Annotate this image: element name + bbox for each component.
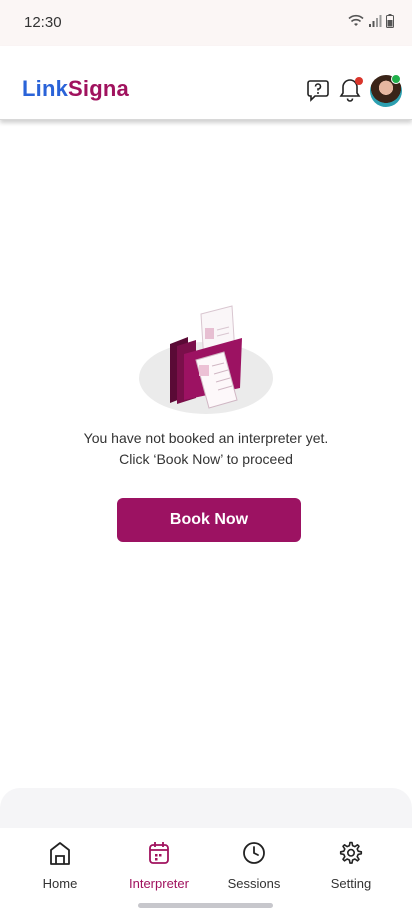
help-button[interactable] <box>304 76 332 104</box>
nav-item-sessions[interactable]: Sessions <box>206 840 302 891</box>
nav-item-home[interactable]: Home <box>12 840 108 891</box>
online-status-dot <box>391 74 401 84</box>
status-time: 12:30 <box>24 14 62 31</box>
nav-label-setting: Setting <box>330 876 372 891</box>
clock-icon <box>243 842 265 864</box>
empty-state-line-1: You have not booked an interpreter yet. <box>83 430 329 446</box>
wifi-icon <box>348 14 364 26</box>
app-header: LinkSigna <box>0 46 412 120</box>
nav-label-interpreter: Interpreter <box>129 876 189 891</box>
nav-item-setting[interactable]: Setting <box>303 840 399 891</box>
battery-icon <box>386 14 394 28</box>
logo-part-2: Signa <box>68 76 129 101</box>
calendar-icon <box>149 842 169 864</box>
app-logo: LinkSigna <box>22 76 129 102</box>
nav-label-home: Home <box>42 876 78 891</box>
notification-badge <box>355 77 363 85</box>
notifications-button[interactable] <box>336 76 364 104</box>
help-chat-icon <box>307 80 329 102</box>
empty-state-message: You have not booked an interpreter yet. … <box>0 428 412 470</box>
home-icon <box>50 842 70 865</box>
gear-icon <box>339 841 363 864</box>
signal-icon <box>369 15 382 27</box>
empty-state-line-2: Click ‘Book Now’ to proceed <box>119 451 293 467</box>
book-now-button[interactable]: Book Now <box>117 498 301 542</box>
nav-label-sessions: Sessions <box>227 876 281 891</box>
logo-part-1: Link <box>22 76 69 101</box>
empty-folder-illustration <box>139 305 273 414</box>
home-indicator <box>138 903 273 908</box>
nav-item-interpreter[interactable]: Interpreter <box>111 840 207 891</box>
status-bar: 12:30 <box>0 0 412 46</box>
status-icons <box>348 14 394 28</box>
